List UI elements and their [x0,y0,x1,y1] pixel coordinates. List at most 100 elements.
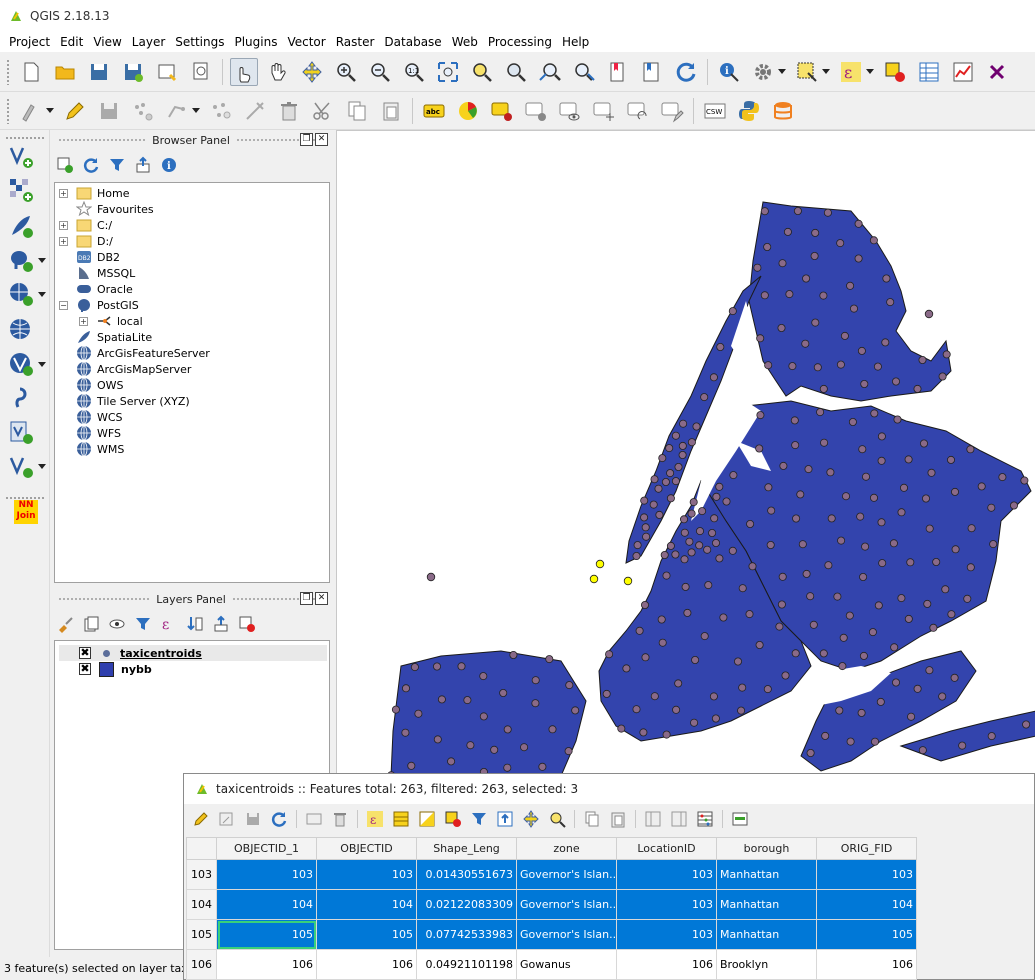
taxicentroid-point[interactable] [662,730,671,739]
browser-item-wcs[interactable]: WCS [59,409,123,425]
taxicentroid-point[interactable] [649,500,658,509]
toolbar-grip[interactable] [5,136,45,140]
taxicentroid-point[interactable] [766,541,775,550]
taxicentroid-point[interactable] [479,712,488,721]
taxicentroid-point[interactable] [711,714,720,723]
taxicentroid-point[interactable] [658,454,667,463]
taxicentroid-point[interactable] [802,569,811,578]
filter-select-button[interactable] [470,810,488,828]
taxicentroid-point[interactable] [728,546,737,555]
menu-plugins[interactable]: Plugins [229,35,282,49]
zoom-out-button[interactable] [366,58,394,86]
chevron-down-icon[interactable] [778,69,786,74]
taxicentroid-point[interactable] [700,632,709,641]
taxicentroid-point[interactable] [715,554,724,563]
taxicentroid-point[interactable] [967,524,976,533]
taxicentroid-point[interactable] [564,747,573,756]
taxicentroid-point[interactable] [857,708,866,717]
open-layer-styling-button[interactable] [56,615,74,633]
taxicentroid-point[interactable] [806,592,815,601]
table-row[interactable]: 104 104 104 0.02122083309 Governor's Islan..… [186,889,917,920]
taxicentroid-point[interactable] [654,484,663,493]
deselect-all-button[interactable] [444,810,462,828]
taxicentroid-point[interactable] [987,732,996,741]
taxicentroid-point[interactable] [640,496,649,505]
browser-item-arcgismapserver[interactable]: ArcGisMapServer [59,361,191,377]
row-header[interactable]: 103 [186,859,217,890]
taxicentroid-point[interactable] [925,666,934,675]
taxicentroid-point[interactable] [719,613,728,622]
table-cell[interactable]: 103 [616,919,717,950]
selected-taxicentroid-point[interactable] [589,574,599,584]
taxicentroid-point[interactable] [479,672,488,681]
taxicentroid-point[interactable] [951,545,960,554]
browser-item-c[interactable]: + C:/ [59,217,112,233]
taxicentroid-point[interactable] [548,725,557,734]
taxicentroid-point[interactable] [913,684,922,693]
save-project-button[interactable] [85,58,113,86]
taxicentroid-point[interactable] [414,709,423,718]
manage-map-themes-button[interactable] [108,615,126,633]
browser-item-tile-server-xyz[interactable]: Tile Server (XYZ) [59,393,190,409]
refresh-browser-button[interactable] [82,156,100,174]
taxicentroid-point[interactable] [856,512,865,521]
taxicentroid-point[interactable] [641,653,650,662]
table-cell[interactable]: 103 [216,859,317,890]
table-cell[interactable]: Governor's Islan... [516,919,617,950]
taxicentroid-point[interactable] [977,482,986,491]
taxicentroid-point[interactable] [1022,720,1031,729]
table-cell[interactable]: Governor's Islan... [516,889,617,920]
expand-toggle-icon[interactable]: + [59,188,68,198]
map-canvas[interactable] [336,130,1035,775]
taxicentroid-point[interactable] [836,239,845,248]
taxicentroid-point[interactable] [927,468,936,477]
taxicentroid-point[interactable] [845,611,854,620]
taxicentroid-point[interactable] [942,350,951,359]
taxicentroid-point[interactable] [463,696,472,705]
taxicentroid-point[interactable] [665,444,674,453]
taxicentroid-point[interactable] [947,455,956,464]
table-cell[interactable]: Manhattan [716,889,817,920]
browser-item-local[interactable]: + local [79,313,143,329]
menu-processing[interactable]: Processing [483,35,557,49]
table-cell[interactable]: 103 [316,859,417,890]
taxicentroid-point[interactable] [859,573,868,582]
filter-legend-button[interactable] [134,615,152,633]
taxicentroid-point[interactable] [447,757,456,766]
layer-visibility-checkbox[interactable]: ✖ [79,647,91,659]
taxicentroid-point[interactable] [877,518,886,527]
new-print-composer-button[interactable] [153,58,181,86]
taxicentroid-point[interactable] [712,539,721,548]
taxicentroid-point[interactable] [1020,476,1029,485]
taxicentroid-point[interactable] [432,662,441,671]
browser-item-favourites[interactable]: Favourites [59,201,154,217]
taxicentroid-point[interactable] [785,290,794,299]
taxicentroid-point[interactable] [848,417,857,426]
close-panel-button[interactable]: ✕ [315,592,328,605]
select-by-expression-button[interactable]: ε [366,810,384,828]
show-hide-labels-button[interactable] [556,97,584,125]
select-features-button[interactable] [793,58,821,86]
taxicentroid-point[interactable] [695,541,704,550]
column-header-locationid[interactable]: LocationID [616,837,717,860]
composer-manager-button[interactable] [187,58,215,86]
browser-item-postgis[interactable]: − PostGIS [59,297,139,313]
taxicentroid-point[interactable] [680,515,689,524]
taxicentroid-point[interactable] [877,432,886,441]
taxicentroid-point[interactable] [951,487,960,496]
zoom-next-button[interactable] [570,58,598,86]
taxicentroid-point[interactable] [728,307,737,316]
taxicentroid-point[interactable] [680,555,689,564]
pan-to-selection-button[interactable] [298,58,326,86]
column-header-objectid_1[interactable]: OBJECTID_1 [216,837,317,860]
taxicentroid-point[interactable] [958,741,967,750]
pan-map-button[interactable] [264,58,292,86]
chevron-down-icon[interactable] [46,108,54,113]
taxicentroid-point[interactable] [640,513,649,522]
taxicentroid-point[interactable] [871,737,880,746]
collapse-all-button[interactable] [134,156,152,174]
taxicentroid-point[interactable] [870,409,879,418]
taxicentroid-point[interactable] [703,545,712,554]
metasearch-button[interactable]: CSW [701,97,729,125]
taxicentroid-point[interactable] [811,318,820,327]
